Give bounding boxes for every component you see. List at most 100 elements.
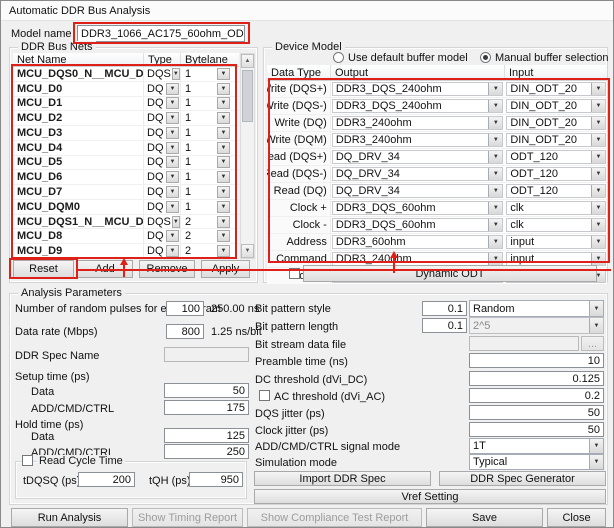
pulses-input[interactable]: 100 [166, 301, 204, 316]
col-header-output[interactable]: Output [331, 65, 505, 80]
type-select[interactable]: DQS ▼ [144, 215, 181, 229]
chevron-down-icon[interactable]: ▼ [488, 100, 502, 112]
input-select[interactable]: ODT_120 ▼ [506, 150, 606, 164]
dynamic-odt-checkbox[interactable] [289, 268, 300, 279]
output-select[interactable]: DDR3_DQS_240ohm ▼ [332, 99, 503, 113]
tdqsq-input[interactable]: 200 [78, 472, 135, 487]
chevron-down-icon[interactable]: ▼ [591, 219, 605, 231]
add-button[interactable]: Add [77, 260, 133, 278]
default-buffer-radio[interactable] [333, 52, 344, 63]
chevron-down-icon[interactable]: ▼ [591, 202, 605, 214]
chevron-down-icon[interactable]: ▼ [166, 171, 179, 183]
chevron-down-icon[interactable]: ▼ [166, 127, 179, 139]
show-compliance-report-button[interactable]: Show Compliance Test Report [247, 508, 422, 527]
chevron-down-icon[interactable]: ▼ [591, 134, 605, 146]
bytelane-select[interactable]: 2 ▼ [181, 244, 231, 258]
chevron-down-icon[interactable]: ▼ [591, 83, 605, 95]
input-select[interactable]: clk ▼ [506, 218, 606, 232]
type-select[interactable]: DQ ▼ [144, 200, 181, 214]
chevron-down-icon[interactable]: ▼ [217, 127, 230, 139]
scrollbar-thumb[interactable] [242, 70, 253, 122]
dqs-jitter-input[interactable]: 50 [469, 405, 604, 420]
bytelane-select[interactable]: 1 ▼ [181, 67, 231, 81]
chevron-down-icon[interactable]: ▼ [488, 253, 502, 265]
hold-data-input[interactable]: 125 [164, 428, 249, 443]
ddr-spec-generator-button[interactable]: DDR Spec Generator [439, 471, 606, 486]
show-timing-report-button[interactable]: Show Timing Report [132, 508, 243, 527]
bytelane-select[interactable]: 1 ▼ [181, 185, 231, 199]
setup-acc-input[interactable]: 175 [164, 400, 249, 415]
chevron-down-icon[interactable]: ▼ [166, 230, 179, 242]
output-select[interactable]: DDR3_240ohm ▼ [332, 116, 503, 130]
simulation-mode-select[interactable]: Typical ▼ [469, 454, 604, 470]
bytelane-select[interactable]: 1 ▼ [181, 97, 231, 111]
col-header-data-type[interactable]: Data Type [267, 65, 331, 80]
input-select[interactable]: input ▼ [506, 235, 606, 249]
chevron-down-icon[interactable]: ▼ [591, 100, 605, 112]
chevron-down-icon[interactable]: ▼ [589, 439, 603, 453]
output-select[interactable]: DQ_DRV_34 ▼ [332, 184, 503, 198]
scroll-down-icon[interactable]: ▼ [241, 244, 254, 258]
bytelane-select[interactable]: 1 ▼ [181, 170, 231, 184]
chevron-down-icon[interactable]: ▼ [217, 186, 230, 198]
vref-setting-button[interactable]: Vref Setting [254, 489, 606, 504]
chevron-down-icon[interactable]: ▼ [217, 156, 230, 168]
manual-buffer-radio-label[interactable]: Manual buffer selection [495, 52, 609, 64]
col-header-input[interactable]: Input [505, 65, 607, 80]
setup-data-input[interactable]: 50 [164, 383, 249, 398]
dc-threshold-input[interactable]: 0.125 [469, 371, 604, 386]
type-select[interactable]: DQ ▼ [144, 156, 181, 170]
bit-pattern-style-select[interactable]: Random ▼ [469, 300, 604, 317]
chevron-down-icon[interactable]: ▼ [217, 68, 230, 80]
chevron-down-icon[interactable]: ▼ [591, 117, 605, 129]
type-select[interactable]: DQ ▼ [144, 170, 181, 184]
chevron-down-icon[interactable]: ▼ [488, 134, 502, 146]
input-select[interactable]: ODT_120 ▼ [506, 167, 606, 181]
output-select[interactable]: DDR3_DQS_240ohm ▼ [332, 82, 503, 96]
chevron-down-icon[interactable]: ▼ [166, 186, 179, 198]
chevron-down-icon[interactable]: ▼ [166, 201, 179, 213]
close-button[interactable]: Close [547, 508, 606, 527]
chevron-down-icon[interactable]: ▼ [166, 245, 179, 257]
preamble-input[interactable]: 10 [469, 353, 604, 368]
browse-button[interactable]: ... [581, 336, 604, 351]
output-select[interactable]: DQ_DRV_34 ▼ [332, 167, 503, 181]
input-select[interactable]: DIN_ODT_20 ▼ [506, 133, 606, 147]
table-scrollbar[interactable]: ▲ ▼ [240, 53, 255, 259]
import-ddr-spec-button[interactable]: Import DDR Spec [254, 471, 431, 486]
ac-threshold-input[interactable]: 0.2 [469, 388, 604, 403]
input-select[interactable]: clk ▼ [506, 201, 606, 215]
reset-button[interactable]: Reset [13, 260, 74, 278]
bytelane-select[interactable]: 1 ▼ [181, 200, 231, 214]
input-select[interactable]: DIN_ODT_20 ▼ [506, 82, 606, 96]
type-select[interactable]: DQ ▼ [144, 111, 181, 125]
chevron-down-icon[interactable]: ▼ [217, 97, 230, 109]
chevron-down-icon[interactable]: ▼ [172, 68, 180, 80]
col-header-bytelane[interactable]: Bytelane [181, 53, 231, 66]
default-buffer-radio-label[interactable]: Use default buffer model [348, 52, 468, 64]
output-select[interactable]: DDR3_240ohm ▼ [332, 133, 503, 147]
output-select[interactable]: DDR3_240ohm ▼ [332, 252, 503, 266]
bytelane-select[interactable]: 1 ▼ [181, 156, 231, 170]
type-select[interactable]: DQS ▼ [144, 67, 181, 81]
chevron-down-icon[interactable]: ▼ [217, 245, 230, 257]
chevron-down-icon[interactable]: ▼ [591, 151, 605, 163]
chevron-down-icon[interactable]: ▼ [217, 112, 230, 124]
chevron-down-icon[interactable]: ▼ [589, 301, 603, 316]
input-select[interactable]: input ▼ [506, 252, 606, 266]
col-header-net-name[interactable]: Net Name [13, 53, 144, 66]
ac-threshold-label[interactable]: AC threshold (dVi_AC) [274, 391, 385, 403]
chevron-down-icon[interactable]: ▼ [217, 201, 230, 213]
clock-jitter-input[interactable]: 50 [469, 422, 604, 437]
save-button[interactable]: Save [426, 508, 543, 527]
bytelane-select[interactable]: 1 ▼ [181, 111, 231, 125]
chevron-down-icon[interactable]: ▼ [172, 216, 180, 228]
bytelane-select[interactable]: 1 ▼ [181, 126, 231, 140]
chevron-down-icon[interactable]: ▼ [488, 168, 502, 180]
chevron-down-icon[interactable]: ▼ [488, 236, 502, 248]
bytelane-select[interactable]: 1 ▼ [181, 141, 231, 155]
bytelane-select[interactable]: 2 ▼ [181, 229, 231, 243]
chevron-down-icon[interactable]: ▼ [589, 455, 603, 469]
run-analysis-button[interactable]: Run Analysis [11, 508, 128, 527]
input-select[interactable]: DIN_ODT_20 ▼ [506, 99, 606, 113]
